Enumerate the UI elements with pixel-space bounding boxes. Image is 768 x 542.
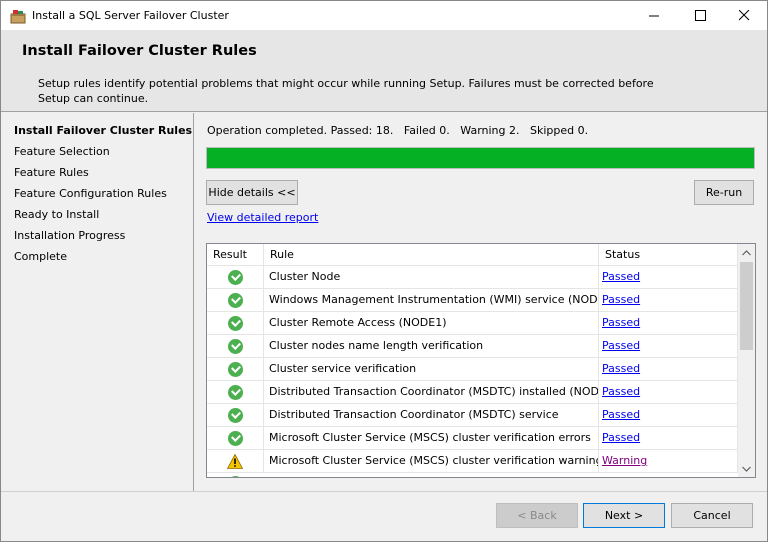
result-cell	[207, 358, 264, 380]
result-cell	[207, 289, 264, 311]
result-cell	[207, 404, 264, 426]
check-icon	[227, 315, 243, 331]
rule-name: Distributed Transaction Coordinator (MSD…	[264, 404, 599, 426]
page-header: Install Failover Cluster Rules Setup rul…	[1, 30, 767, 112]
close-button[interactable]	[721, 1, 767, 30]
table-row[interactable]: Distributed Transaction Coordinator (MSD…	[207, 404, 738, 427]
close-icon	[738, 10, 749, 21]
sql-setup-icon	[10, 8, 26, 24]
check-icon	[227, 269, 243, 285]
back-button[interactable]: < Back	[496, 503, 578, 528]
rule-name: Cluster Remote Access (NODE1)	[264, 312, 599, 334]
table-row[interactable]: Cluster Node Passed	[207, 266, 738, 289]
status-cell: Passed	[599, 358, 738, 380]
status-link-passed[interactable]: Passed	[602, 270, 640, 283]
page-title: Install Failover Cluster Rules	[22, 43, 257, 59]
table-row[interactable]: Cluster nodes name length verification Pa…	[207, 335, 738, 358]
rules-grid: Result Rule Status Cluster Node Passed Win…	[206, 243, 756, 478]
rule-name: Distributed Transaction Coordinator (MSD…	[264, 381, 599, 403]
status-cell: Passed	[599, 381, 738, 403]
result-cell	[207, 335, 264, 357]
column-header-status[interactable]: Status	[599, 244, 738, 266]
column-header-rule[interactable]: Rule	[264, 244, 599, 266]
rule-name: Microsoft Cluster Service (MSCS) cluster…	[264, 450, 599, 472]
rule-name: Cluster service verification	[264, 358, 599, 380]
result-cell	[207, 266, 264, 288]
status-link-passed[interactable]: Passed	[602, 316, 640, 329]
progress-bar	[206, 147, 755, 169]
rule-name: Microsoft Cluster Service (MSCS) cluster…	[264, 427, 599, 449]
rule-name: Cluster Node	[264, 266, 599, 288]
table-row[interactable]: Cluster service verification Passed	[207, 358, 738, 381]
status-link-passed[interactable]: Passed	[602, 431, 640, 444]
check-icon	[228, 476, 243, 477]
minimize-icon	[648, 15, 659, 17]
result-cell	[207, 450, 264, 472]
check-icon	[227, 361, 243, 377]
view-detailed-report-link[interactable]: View detailed report	[207, 211, 318, 224]
status-link-passed[interactable]: Passed	[602, 408, 640, 421]
nav-item-ready-to-install: Ready to Install	[14, 208, 100, 221]
status-cell: Passed	[599, 427, 738, 449]
check-icon	[227, 384, 243, 400]
operation-status: Operation completed. Passed: 18. Failed …	[207, 124, 589, 137]
warning-icon	[227, 453, 243, 469]
grid-header: Result Rule Status	[207, 244, 738, 266]
step-navigation: Install Failover Cluster Rules Feature S…	[1, 113, 194, 491]
footer-bar: < Back Next > Cancel	[1, 491, 767, 541]
rule-name: Cluster nodes name length verification	[264, 335, 599, 357]
status-cell: Passed	[599, 289, 738, 311]
status-cell: Passed	[599, 312, 738, 334]
result-cell	[207, 427, 264, 449]
status-cell: Passed	[599, 266, 738, 288]
nav-item-install-failover-cluster-rules: Install Failover Cluster Rules	[14, 124, 193, 137]
status-cell: Passed	[599, 404, 738, 426]
minimize-button[interactable]	[631, 1, 677, 30]
column-header-result[interactable]: Result	[207, 244, 264, 266]
hide-details-button[interactable]: Hide details <<	[206, 180, 298, 205]
check-icon	[227, 338, 243, 354]
table-row-partial	[207, 473, 738, 477]
window-title: Install a SQL Server Failover Cluster	[32, 9, 229, 22]
status-cell: Passed	[599, 335, 738, 357]
nav-item-feature-selection: Feature Selection	[14, 145, 110, 158]
grid-body: Cluster Node Passed Windows Management Ins…	[207, 266, 738, 477]
status-link-passed[interactable]: Passed	[602, 362, 640, 375]
check-icon	[227, 292, 243, 308]
next-button[interactable]: Next >	[583, 503, 665, 528]
rerun-button[interactable]: Re-run	[694, 180, 754, 205]
table-row[interactable]: Microsoft Cluster Service (MSCS) cluster…	[207, 427, 738, 450]
check-icon	[227, 430, 243, 446]
cancel-button[interactable]: Cancel	[671, 503, 753, 528]
maximize-icon	[694, 10, 706, 21]
title-bar: Install a SQL Server Failover Cluster	[1, 1, 767, 30]
scroll-thumb[interactable]	[740, 262, 753, 350]
progress-fill	[207, 148, 754, 168]
rule-name: Windows Management Instrumentation (WMI)…	[264, 289, 599, 311]
page-description: Setup rules identify potential problems …	[38, 77, 654, 105]
status-link-passed[interactable]: Passed	[602, 339, 640, 352]
scroll-down-arrow-icon[interactable]	[738, 460, 755, 477]
table-row[interactable]: Distributed Transaction Coordinator (MSD…	[207, 381, 738, 404]
result-cell	[207, 312, 264, 334]
status-link-passed[interactable]: Passed	[602, 293, 640, 306]
result-cell	[207, 381, 264, 403]
nav-item-feature-rules: Feature Rules	[14, 166, 89, 179]
vertical-scrollbar[interactable]	[738, 244, 755, 477]
status-link-passed[interactable]: Passed	[602, 385, 640, 398]
maximize-button[interactable]	[677, 1, 723, 30]
table-row[interactable]: Microsoft Cluster Service (MSCS) cluster…	[207, 450, 738, 473]
check-icon	[227, 407, 243, 423]
table-row[interactable]: Cluster Remote Access (NODE1) Passed	[207, 312, 738, 335]
status-link-warning[interactable]: Warning	[602, 454, 647, 467]
nav-item-complete: Complete	[14, 250, 68, 263]
status-cell: Warning	[599, 450, 738, 472]
installer-window: Install a SQL Server Failover Cluster In…	[0, 0, 768, 542]
table-row[interactable]: Windows Management Instrumentation (WMI)…	[207, 289, 738, 312]
nav-item-installation-progress: Installation Progress	[14, 229, 126, 242]
main-content: Operation completed. Passed: 18. Failed …	[195, 113, 767, 491]
scroll-up-arrow-icon[interactable]	[738, 244, 755, 261]
nav-item-feature-configuration-rules: Feature Configuration Rules	[14, 187, 167, 200]
